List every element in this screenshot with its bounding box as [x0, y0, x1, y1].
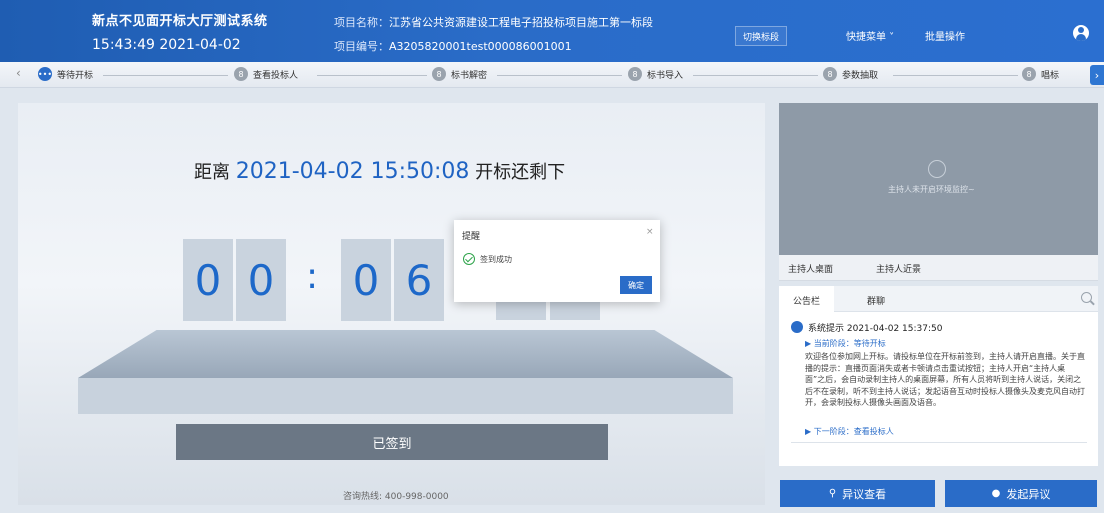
quick-menu-dropdown[interactable]: 快捷菜单 ˅	[846, 28, 894, 43]
tab-group-chat[interactable]: 群聊	[867, 294, 885, 307]
stage-label: 参数抽取	[842, 70, 879, 81]
stage-connector	[693, 75, 818, 76]
project-code: 项目编号：A3205820001test000086001001	[334, 38, 572, 54]
stage-label: 唱标	[1041, 70, 1060, 81]
system-notice-icon	[791, 321, 803, 333]
stage-label: 等待开标	[57, 70, 94, 81]
batch-operation-button[interactable]: 批量操作	[925, 28, 965, 43]
video-placeholder: 主持人未开启环境监控~	[888, 185, 975, 194]
confirm-button[interactable]: 确定	[620, 276, 652, 294]
stage-connector	[497, 75, 622, 76]
stage-pending-icon: 8	[432, 67, 446, 81]
countdown-datetime: 2021-04-02 15:50:08	[235, 159, 470, 184]
success-check-icon	[463, 253, 475, 265]
countdown-digit: 6	[394, 239, 444, 321]
stage-pending-icon: 8	[823, 67, 837, 81]
countdown-title: 距离 2021-04-02 15:50:08 开标还剩下	[194, 158, 565, 184]
project-name-value: 江苏省公共资源建设工程电子招投标项目施工第一标段	[389, 16, 653, 29]
chat-icon: ●	[991, 488, 1001, 499]
message-divider	[791, 442, 1087, 443]
stage-item-view-bidders[interactable]: 8 查看投标人	[234, 67, 298, 81]
header-bar: 新点不见面开标大厅测试系统 15:43:49 2021-04-02 项目名称：江…	[0, 0, 1104, 62]
tab-host-closeup[interactable]: 主持人近景	[876, 262, 921, 275]
stage-item-announce[interactable]: 8 唱标	[1022, 67, 1059, 81]
stage-pending-icon: 8	[628, 67, 642, 81]
stage-connector	[317, 75, 427, 76]
system-time: 15:43:49 2021-04-02	[92, 37, 241, 53]
stage-pending-icon: 8	[1022, 67, 1036, 81]
countdown-colon: :	[306, 256, 319, 297]
stage-next-arrow-icon[interactable]: ›	[1090, 65, 1104, 85]
podium-top	[78, 330, 733, 378]
countdown-suffix: 开标还剩下	[475, 162, 566, 183]
raise-objection-label: 发起异议	[1006, 487, 1051, 501]
dialog-message: 签到成功	[480, 255, 512, 264]
stage-item-import[interactable]: 8 标书导入	[628, 67, 683, 81]
stage-item-decrypt[interactable]: 8 标书解密	[432, 67, 487, 81]
stage-waiting-icon: •••	[38, 67, 52, 81]
signed-in-button[interactable]: 已签到	[176, 424, 608, 460]
stage-connector	[893, 75, 1018, 76]
countdown-digit: 0	[341, 239, 391, 321]
next-stage-link[interactable]: ▶ 下一阶段：查看投标人	[805, 426, 894, 437]
reminder-dialog: 提醒 × 签到成功 确定	[454, 220, 660, 302]
hotline-text: 咨询热线: 400-998-0000	[343, 492, 449, 502]
system-message-title: 系统提示 2021-04-02 15:37:50	[808, 324, 943, 334]
countdown-prefix: 距离	[194, 162, 230, 183]
tab-notice-board[interactable]: 公告栏	[779, 286, 835, 312]
stage-progress-bar: ‹ ••• 等待开标 8 查看投标人 8 标书解密 8 标书导入 8 参数抽取 …	[0, 62, 1104, 88]
camera-off-icon	[928, 160, 946, 178]
notice-tabs: 公告栏 群聊	[779, 286, 1098, 312]
podium-front	[78, 378, 733, 414]
dialog-title: 提醒	[462, 232, 481, 242]
countdown-digit: 0	[183, 239, 233, 321]
close-icon[interactable]: ×	[646, 227, 654, 237]
countdown-digit: 0	[236, 239, 286, 321]
stage-item-extract[interactable]: 8 参数抽取	[823, 67, 878, 81]
current-stage-text: ▶ 当前阶段：等待开标	[805, 339, 886, 348]
search-icon[interactable]	[1081, 292, 1092, 303]
project-name: 项目名称：江苏省公共资源建设工程电子招投标项目施工第一标段	[334, 14, 653, 30]
stage-item-waiting[interactable]: ••• 等待开标	[38, 67, 93, 81]
switch-section-button[interactable]: 切换标段	[735, 26, 787, 46]
system-title: 新点不见面开标大厅测试系统	[92, 14, 268, 29]
stage-label: 标书导入	[647, 70, 684, 81]
raise-objection-button[interactable]: ● 发起异议	[945, 480, 1097, 507]
project-code-value: A3205820001test000086001001	[389, 40, 572, 53]
user-icon[interactable]	[1073, 25, 1089, 41]
host-video-area	[779, 103, 1098, 255]
stage-label: 查看投标人	[253, 70, 299, 81]
project-name-label: 项目名称：	[334, 16, 389, 29]
host-tabs: 主持人桌面 主持人近景	[779, 255, 1098, 281]
tab-host-desktop[interactable]: 主持人桌面	[788, 262, 833, 275]
stage-prev-arrow-icon[interactable]: ‹	[16, 66, 21, 80]
view-objection-label: 异议查看	[842, 487, 887, 501]
search-icon: ⚲	[828, 488, 837, 499]
stage-label: 标书解密	[451, 70, 488, 81]
project-code-label: 项目编号：	[334, 40, 389, 53]
view-objection-button[interactable]: ⚲ 异议查看	[780, 480, 935, 507]
system-message-body: 欢迎各位参加网上开标。请投标单位在开标前签到，主持人请开启直播。关于直播的提示：…	[805, 352, 1085, 407]
stage-pending-icon: 8	[234, 67, 248, 81]
stage-connector	[103, 75, 228, 76]
